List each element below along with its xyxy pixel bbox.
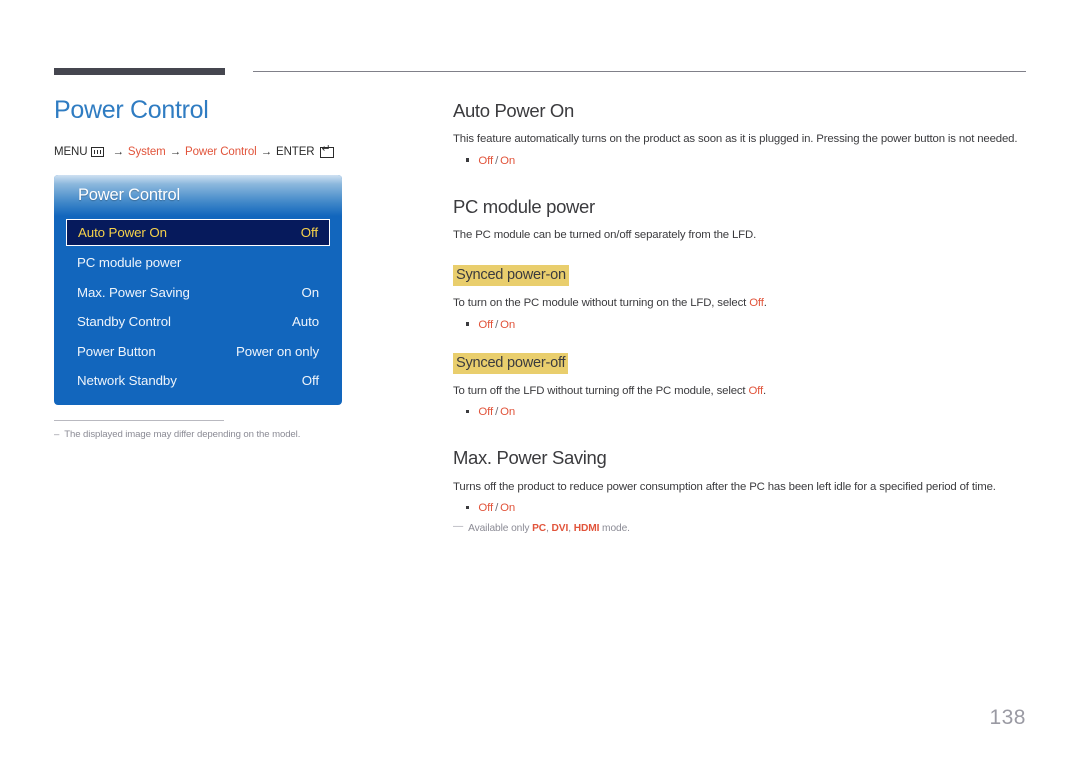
footnote-emdash: —	[453, 520, 464, 532]
body-accent-off: Off	[748, 385, 764, 398]
page-title: Power Control	[54, 96, 209, 124]
osd-panel-title: Power Control	[78, 185, 180, 204]
section-body-synced-power-on: To turn on the PC module without turning…	[453, 296, 1029, 311]
osd-menu-panel: Power Control Auto Power On Off PC modul…	[54, 174, 342, 405]
breadcrumb-crumb-system: System	[127, 145, 166, 158]
left-footnote-text: The displayed image may differ depending…	[64, 428, 301, 440]
bullet-options-synced-power-off: Off / On	[453, 406, 1029, 418]
right-column: Auto Power On This feature automatically…	[453, 100, 1029, 534]
osd-row-label: Auto Power On	[78, 224, 167, 240]
subheading-synced-power-off: Synced power-off	[453, 352, 569, 375]
left-footnote-dash: –	[54, 428, 60, 440]
section-body-max-power-saving: Turns off the product to reduce power co…	[453, 480, 996, 493]
osd-row-label: Network Standby	[77, 373, 177, 388]
section-body-auto-power-on: This feature automatically turns on the …	[453, 133, 1018, 146]
osd-row-label: Power Button	[77, 343, 156, 359]
osd-row-value: Power on only	[236, 343, 319, 359]
body-post: .	[763, 297, 767, 310]
enter-return-icon	[319, 144, 334, 158]
option-off: Off	[478, 154, 494, 167]
bullet-options-synced-power-on: Off / On	[453, 319, 1029, 331]
option-on: On	[500, 501, 516, 514]
osd-row-label: Standby Control	[77, 314, 171, 329]
breadcrumb-arrow-1: →	[112, 145, 124, 158]
breadcrumb-enter-label: ENTER	[276, 145, 315, 158]
footnote-post: mode.	[599, 522, 630, 534]
footnote-mode-hdmi: HDMI	[573, 522, 600, 534]
breadcrumb: MENU → System → Power Control → ENTER	[54, 144, 424, 158]
option-off: Off	[478, 318, 494, 331]
section-heading-max-power-saving: Max. Power Saving	[453, 447, 607, 469]
osd-menu-list: Auto Power On Off PC module power Max. P…	[66, 216, 330, 396]
osd-row-value: On	[301, 284, 319, 300]
option-on: On	[500, 318, 516, 331]
breadcrumb-arrow-2: →	[169, 145, 182, 158]
bullet-dot-icon	[466, 322, 470, 326]
osd-row-standby-control[interactable]: Standby Control Auto	[66, 307, 330, 337]
osd-panel-header: Power Control	[54, 174, 342, 216]
subheading-synced-power-on: Synced power-on	[453, 265, 569, 287]
bullet-dot-icon	[466, 505, 470, 509]
section-body-synced-power-off: To turn off the LFD without turning off …	[453, 384, 1029, 399]
left-footnote: – The displayed image may differ dependi…	[54, 429, 424, 440]
bullet-dot-icon	[466, 410, 470, 414]
footnote-mode-pc: PC	[532, 522, 547, 534]
osd-row-value: Off	[300, 224, 318, 240]
osd-row-label: Max. Power Saving	[77, 284, 190, 300]
section-heading-auto-power-on: Auto Power On	[453, 100, 574, 121]
option-on: On	[500, 154, 516, 167]
breadcrumb-menu-label: MENU	[54, 145, 88, 158]
bullet-options-auto-power-on: Off / On	[453, 155, 1029, 167]
section-heading-pc-module-power: PC module power	[453, 195, 595, 217]
bullet-dot-icon	[466, 158, 470, 162]
body-pre: To turn on the PC module without turning…	[453, 297, 750, 310]
osd-row-value: Off	[301, 373, 319, 388]
osd-row-network-standby[interactable]: Network Standby Off	[66, 366, 330, 396]
osd-row-max-power-saving[interactable]: Max. Power Saving On	[66, 277, 330, 307]
bullet-options-max-power-saving: Off / On	[453, 502, 1029, 514]
body-post: .	[763, 385, 767, 398]
left-column: Power Control MENU → System → Power Cont…	[54, 96, 424, 440]
body-pre: To turn off the LFD without turning off …	[453, 385, 749, 398]
section-body-pc-module-power: The PC module can be turned on/off separ…	[453, 228, 757, 241]
breadcrumb-crumb-power-control: Power Control	[185, 145, 257, 158]
body-accent-off: Off	[749, 297, 764, 310]
osd-row-auto-power-on[interactable]: Auto Power On Off	[66, 218, 330, 246]
breadcrumb-arrow-3: →	[260, 145, 273, 158]
header-rule-thin	[253, 71, 1026, 72]
left-note-divider	[54, 419, 224, 421]
option-on: On	[500, 406, 516, 419]
header-rule-thick	[54, 68, 225, 75]
footnote-available-modes: — Available only PC, DVI, HDMI mode.	[453, 520, 1029, 534]
document-page: Power Control MENU → System → Power Cont…	[0, 0, 1080, 763]
osd-row-pc-module-power[interactable]: PC module power	[66, 248, 330, 278]
osd-row-label: PC module power	[77, 255, 182, 270]
footnote-mode-dvi: DVI	[551, 522, 569, 534]
page-number: 138	[989, 706, 1026, 729]
osd-row-value: Auto	[292, 314, 319, 329]
option-off: Off	[478, 501, 494, 514]
osd-row-power-button[interactable]: Power Button Power on only	[66, 336, 330, 366]
option-off: Off	[478, 406, 494, 419]
footnote-pre: Available only	[468, 522, 533, 534]
menu-grid-icon	[91, 147, 105, 158]
